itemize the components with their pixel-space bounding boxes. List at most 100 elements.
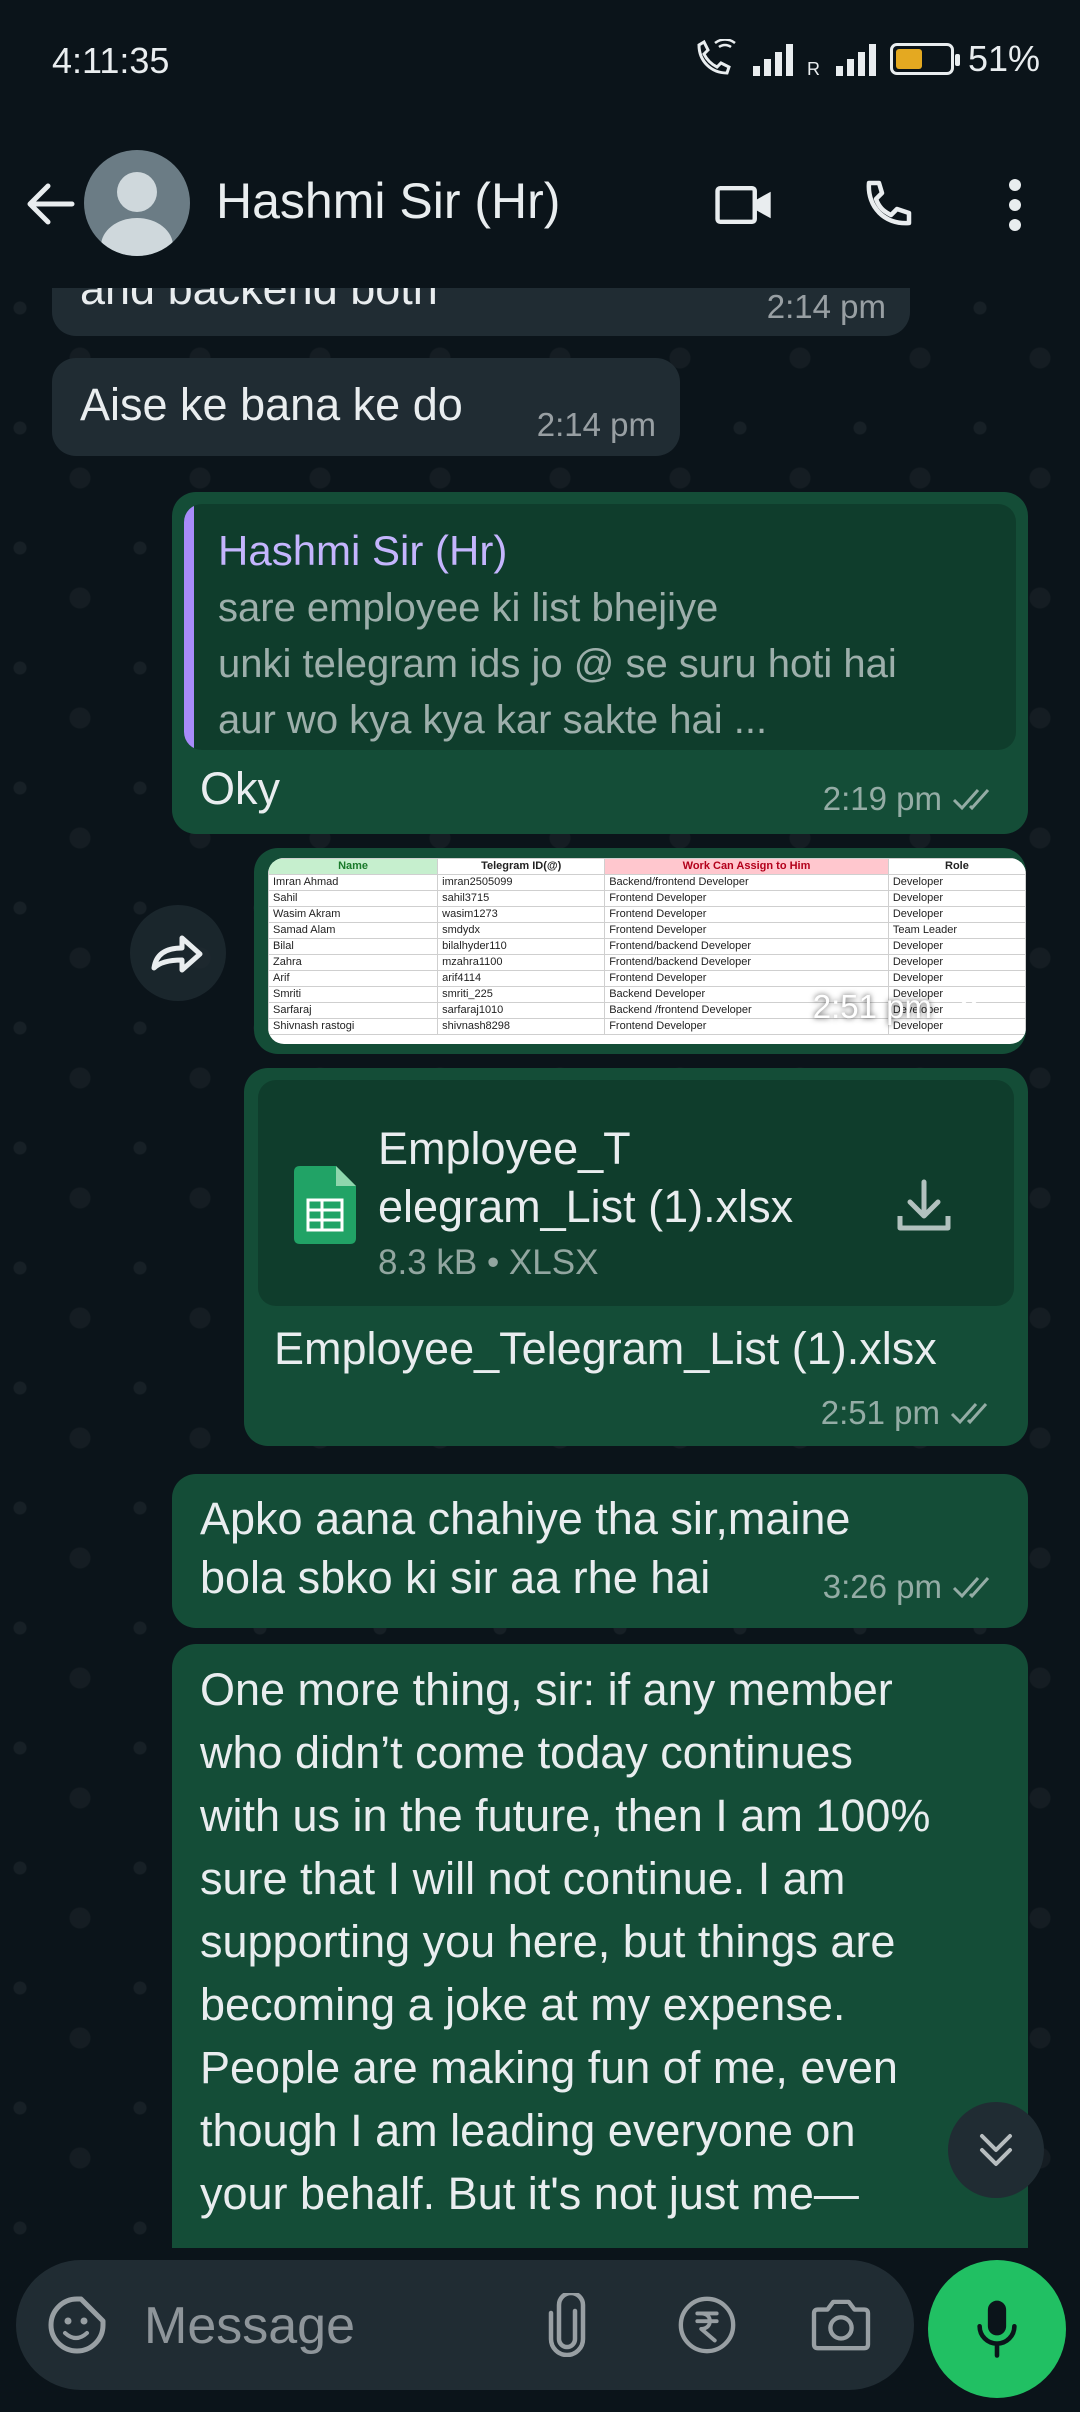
sticker-button[interactable]	[44, 2292, 110, 2358]
forward-icon	[151, 935, 203, 973]
message-text-line: bola sbko ki sir aa rhe hai	[200, 1551, 711, 1603]
table-cell: Zahra	[268, 954, 439, 971]
table-row: Bilal bilalhyder110 Frontend/backend Devel…	[268, 938, 1026, 955]
microphone-icon	[977, 2300, 1017, 2358]
table-cell: Bilal	[268, 938, 439, 955]
message-composer: Message	[0, 2248, 1080, 2412]
table-cell: mzahra1100	[437, 954, 606, 971]
signal-icon	[752, 42, 793, 76]
table-header-row: Name Telegram ID(@) Work Can Assign to H…	[268, 858, 1026, 875]
back-arrow-icon[interactable]	[22, 176, 78, 232]
forward-button[interactable]	[130, 905, 226, 1001]
message-text: One more thing, sir: if any member who d…	[200, 1658, 930, 2225]
message-time: 2:14 pm	[766, 288, 886, 325]
table-cell: Samad Alam	[268, 922, 439, 939]
message-text-line: Apko aana chahiye tha sir,maine	[200, 1493, 851, 1544]
contact-name[interactable]: Hashmi Sir (Hr)	[216, 172, 560, 230]
message-bubble-image[interactable]: Name Telegram ID(@) Work Can Assign to H…	[254, 848, 1026, 1054]
table-cell: shivnash8298	[437, 1018, 606, 1035]
message-text-line: becoming a joke at my expense.	[200, 1979, 846, 2030]
status-time: 4:11:35	[52, 40, 170, 81]
table-cell: Sarfaraj	[268, 1002, 439, 1019]
message-placeholder[interactable]: Message	[144, 2296, 355, 2356]
double-check-icon	[952, 789, 990, 811]
document-name-line: Employee_T	[378, 1123, 631, 1174]
column-header: Work Can Assign to Him	[604, 858, 889, 875]
more-options-button[interactable]	[980, 170, 1050, 240]
quoted-text-line: aur wo kya kya kar sakte hai ...	[218, 698, 768, 742]
message-text: and backend both	[80, 288, 438, 314]
message-text-line: People are making fun of me, even	[200, 2042, 898, 2093]
table-cell: smdydx	[437, 922, 606, 939]
message-bubble-document[interactable]: Employee_T elegram_List (1).xlsx 8.3 kB …	[244, 1068, 1028, 1446]
message-time: 2:19 pm	[822, 780, 942, 817]
quoted-text-line: unki telegram ids jo @ se suru hoti hai	[218, 642, 897, 686]
message-status: 2:19 pm	[823, 778, 1002, 821]
roaming-indicator: R	[806, 59, 820, 79]
table-cell: Developer	[887, 874, 1026, 891]
message-time: 3:26 pm	[822, 1568, 942, 1605]
table-cell: Frontend Developer	[604, 906, 889, 923]
table-cell: Backend/frontend Developer	[604, 874, 889, 891]
message-text: Aise ke bana ke do	[80, 379, 463, 430]
table-cell: Wasim Akram	[268, 906, 439, 923]
message-input[interactable]: Message	[16, 2260, 914, 2390]
message-bubble-outgoing[interactable]: Apko aana chahiye tha sir,maine bola sbk…	[172, 1474, 1028, 1628]
table-cell: Team Leader	[887, 922, 1026, 939]
table-row: Samad Alam smdydx Frontend Developer Team L…	[268, 922, 1026, 939]
attachment-button[interactable]	[534, 2292, 600, 2358]
video-call-button[interactable]	[710, 170, 780, 240]
message-bubble-incoming[interactable]: Aise ke bana ke do 2:14 pm	[52, 358, 680, 456]
document-caption: Employee_Telegram_List (1).xlsx	[274, 1323, 937, 1374]
table-cell: Developer	[887, 938, 1026, 955]
quote-accent-bar	[184, 504, 194, 750]
camera-button[interactable]	[808, 2292, 874, 2358]
document-name-line: elegram_List (1).xlsx	[378, 1181, 794, 1232]
message-text-line: supporting you here, but things are	[200, 1916, 896, 1967]
table-cell: Frontend Developer	[604, 970, 889, 987]
table-cell: Developer	[887, 890, 1026, 907]
status-icons: R 51%	[693, 38, 1040, 80]
voice-call-button[interactable]	[852, 170, 922, 240]
message-bubble-incoming[interactable]: and backend both 2:14 pm	[52, 288, 910, 336]
voice-message-button[interactable]	[928, 2260, 1066, 2398]
payment-button[interactable]	[674, 2292, 740, 2358]
message-time: 2:51 pm	[820, 1394, 940, 1431]
double-check-icon	[942, 997, 980, 1019]
document-card[interactable]: Employee_T elegram_List (1).xlsx 8.3 kB …	[258, 1080, 1014, 1306]
message-text-line: with us in the future, then I am 100%	[200, 1790, 931, 1841]
chat-area[interactable]: and backend both 2:14 pm Aise ke bana ke…	[0, 288, 1080, 2248]
table-cell: Developer	[887, 954, 1026, 971]
table-cell: smriti_225	[437, 986, 606, 1003]
message-text-line: who didn’t come today continues	[200, 1727, 853, 1778]
table-cell: Frontend Developer	[604, 890, 889, 907]
scroll-to-bottom-button[interactable]	[948, 2102, 1044, 2198]
table-cell: arif4114	[437, 970, 606, 987]
message-bubble-outgoing[interactable]: One more thing, sir: if any member who d…	[172, 1644, 1028, 2248]
message-bubble-outgoing-reply[interactable]: Hashmi Sir (Hr) sare employee ki list bh…	[172, 492, 1028, 834]
column-header: Role	[887, 858, 1026, 875]
quoted-sender: Hashmi Sir (Hr)	[218, 527, 508, 574]
table-cell: sahil3715	[437, 890, 606, 907]
video-call-icon	[715, 185, 771, 225]
message-text-line: your behalf. But it's not just me—	[200, 2168, 859, 2219]
signal-icon	[835, 42, 876, 76]
avatar[interactable]	[84, 150, 190, 256]
wifi-calling-icon	[697, 39, 736, 75]
table-cell: wasim1273	[437, 906, 606, 923]
message-time: 2:51 pm	[812, 988, 932, 1025]
table-cell: sarfaraj1010	[437, 1002, 606, 1019]
message-text: Oky	[200, 763, 281, 814]
table-cell: Sahil	[268, 890, 439, 907]
message-status: 2:51 pm	[813, 986, 992, 1029]
table-cell: Frontend Developer	[604, 922, 889, 939]
sticker-icon	[48, 2296, 106, 2354]
quoted-message[interactable]: Hashmi Sir (Hr) sare employee ki list bh…	[184, 504, 1016, 750]
double-chevron-down-icon	[980, 2134, 1012, 2166]
message-time: 2:14 pm	[536, 406, 656, 443]
battery-percent: 51%	[967, 38, 1040, 79]
column-header: Name	[268, 858, 439, 875]
message-text: Apko aana chahiye tha sir,maine bola sbk…	[200, 1490, 850, 1607]
battery-fill	[895, 49, 923, 69]
download-icon[interactable]	[894, 1176, 954, 1236]
